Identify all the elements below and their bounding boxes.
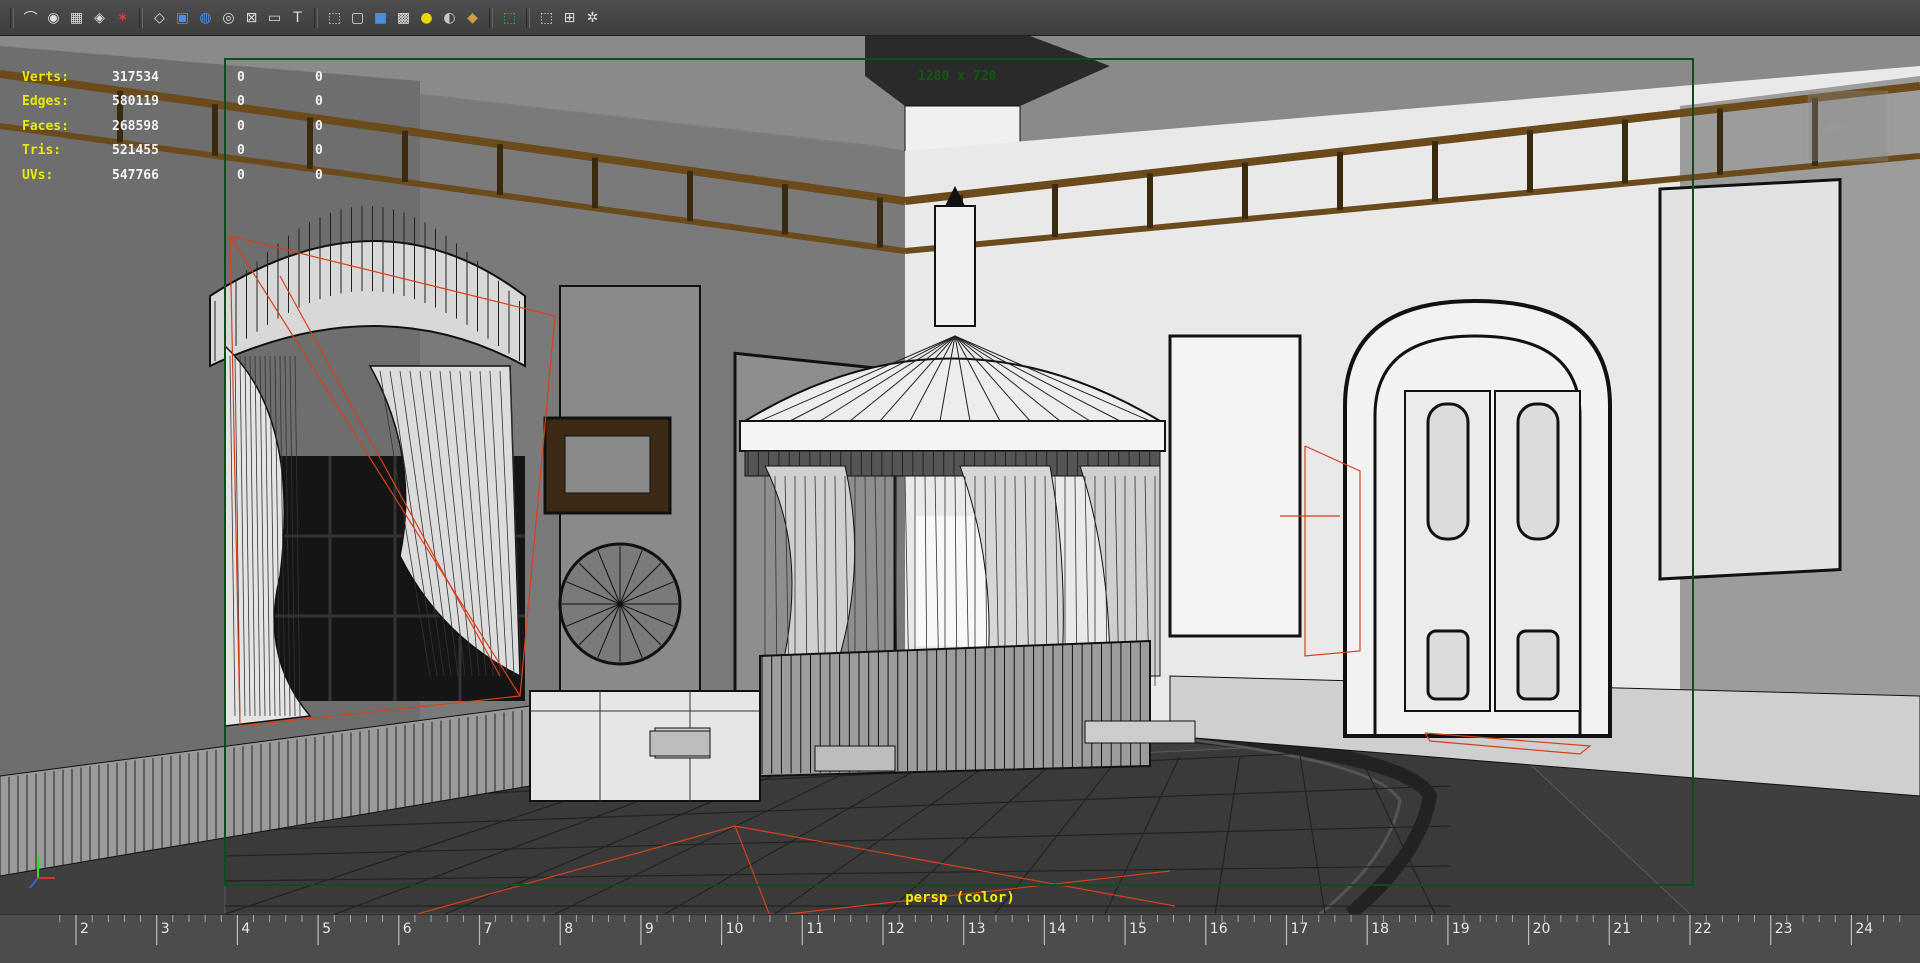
frame-number: 10 (725, 921, 744, 937)
hud-value: 0 (315, 94, 323, 110)
resolution-gate-icon[interactable]: ▭ (264, 7, 285, 28)
toolbar-separator (139, 7, 143, 28)
hardware-texture-icon[interactable]: ◆ (462, 7, 483, 28)
default-light-icon[interactable]: ● (416, 7, 437, 28)
frame-number: 16 (1209, 921, 1228, 937)
snap-surface-icon[interactable]: ◈ (89, 7, 110, 28)
hud-value: 580119 (112, 94, 159, 110)
frame-number: 21 (1613, 921, 1632, 937)
hud-value: 0 (237, 143, 245, 159)
toolbar-separator (489, 7, 493, 28)
frame-number: 2 (80, 921, 89, 937)
frame-number: 12 (887, 921, 905, 937)
frame-number: 14 (1048, 921, 1067, 937)
frame-number: 3 (160, 921, 170, 937)
hud-row: UVs: 547766 0 0 (22, 163, 355, 188)
hud-row: Faces: 268598 0 0 (22, 114, 355, 139)
frame-number: 17 (1290, 921, 1309, 937)
shadows-icon[interactable]: ⊠ (241, 7, 262, 28)
frame-number: 7 (483, 921, 493, 937)
snap-curve-icon[interactable]: ⌒ (20, 7, 41, 28)
toolbar-separator (10, 7, 14, 28)
checker-icon[interactable]: ▩ (393, 7, 414, 28)
hud-label: UVs: (22, 167, 54, 183)
isolate-icon[interactable]: ⬚ (536, 7, 557, 28)
resolution-label: 1280 x 720 (918, 69, 997, 84)
frame-number: 4 (241, 921, 251, 937)
smooth-shade-icon[interactable]: ▣ (172, 7, 193, 28)
hud-value: 547766 (112, 167, 159, 183)
hud-value: 0 (315, 167, 323, 183)
toolbar-separator (314, 7, 318, 28)
hud-label: Tris: (22, 143, 62, 159)
time-slider-ticks (59, 915, 1901, 945)
frame-number: 9 (644, 921, 654, 937)
hud-value: 521455 (112, 143, 159, 159)
frame-number: 19 (1451, 921, 1470, 937)
status-line-toolbar: ⌒ ◉ ▦ ◈ ✶ ◇ ▣ ◍ ◎ ⊠ ▭ T ⬚ ▢ ■ ▩ ● ◐ ◆ ⬚ ⬚ ⊞ ✲ (0, 0, 1920, 36)
hud-row: Verts: 317534 0 0 (22, 65, 355, 90)
view-cube (1807, 90, 1889, 162)
lighting-icon[interactable]: ◎ (218, 7, 239, 28)
make-live-icon[interactable]: ✶ (112, 7, 133, 28)
hud-value: 0 (237, 167, 245, 183)
hud-label: Faces: (22, 118, 69, 134)
frame-number: 5 (322, 921, 332, 937)
field-chart-icon[interactable]: T (287, 7, 308, 28)
all-lights-icon[interactable]: ◐ (439, 7, 460, 28)
hud-value: 0 (237, 69, 245, 85)
frame-number: 11 (806, 921, 825, 937)
poly-count-hud: Verts: 317534 0 0 Edges: 580119 0 0 Faces: 268598… (22, 65, 355, 188)
camera-name-label: persp (color) (905, 890, 1015, 906)
frame-number: 20 (1532, 921, 1551, 937)
shaded-box-icon[interactable]: ■ (370, 7, 391, 28)
snap-grid-icon[interactable]: ▦ (66, 7, 87, 28)
frame-number: 8 (564, 921, 574, 937)
frame-number: 23 (1774, 921, 1793, 937)
hud-value: 0 (237, 94, 245, 110)
hud-label: Verts: (22, 69, 69, 85)
hypergraph-icon[interactable]: ✲ (582, 7, 603, 28)
perspective-viewport[interactable]: Verts: 317534 0 0 Edges: 580119 0 0 Faces: 268598… (0, 36, 1920, 914)
toolbar-separator (526, 7, 530, 28)
frame-number: 6 (402, 921, 412, 937)
frame-number: 18 (1371, 921, 1390, 937)
frame-number: 22 (1694, 921, 1712, 937)
frame-icon[interactable]: ⊞ (559, 7, 580, 28)
hud-value: 268598 (112, 118, 159, 134)
hud-value: 0 (237, 118, 245, 134)
textured-icon[interactable]: ◍ (195, 7, 216, 28)
wireframe-icon[interactable]: ◇ (149, 7, 170, 28)
hud-value: 317534 (112, 69, 159, 85)
hud-label: Edges: (22, 94, 69, 110)
hud-value: 0 (315, 118, 323, 134)
hud-row: Edges: 580119 0 0 (22, 90, 355, 115)
select-camera-icon[interactable]: ⬚ (499, 7, 520, 28)
cube-view-icon[interactable]: ⬚ (324, 7, 345, 28)
box-view-icon[interactable]: ▢ (347, 7, 368, 28)
hud-value: 0 (315, 69, 323, 85)
frame-number: 15 (1129, 921, 1147, 937)
frame-number: 13 (967, 921, 986, 937)
view-cube-label[interactable]: LEFT (1822, 124, 1846, 135)
frame-number: 24 (1855, 921, 1874, 937)
snap-point-icon[interactable]: ◉ (43, 7, 64, 28)
hud-value: 0 (315, 143, 323, 159)
hud-row: Tris: 521455 0 0 (22, 139, 355, 164)
time-slider[interactable]: 2 3 4 5 6 7 8 9 10 11 12 13 14 15 16 17 18 19 20 21 22 23 24 (0, 914, 1920, 963)
